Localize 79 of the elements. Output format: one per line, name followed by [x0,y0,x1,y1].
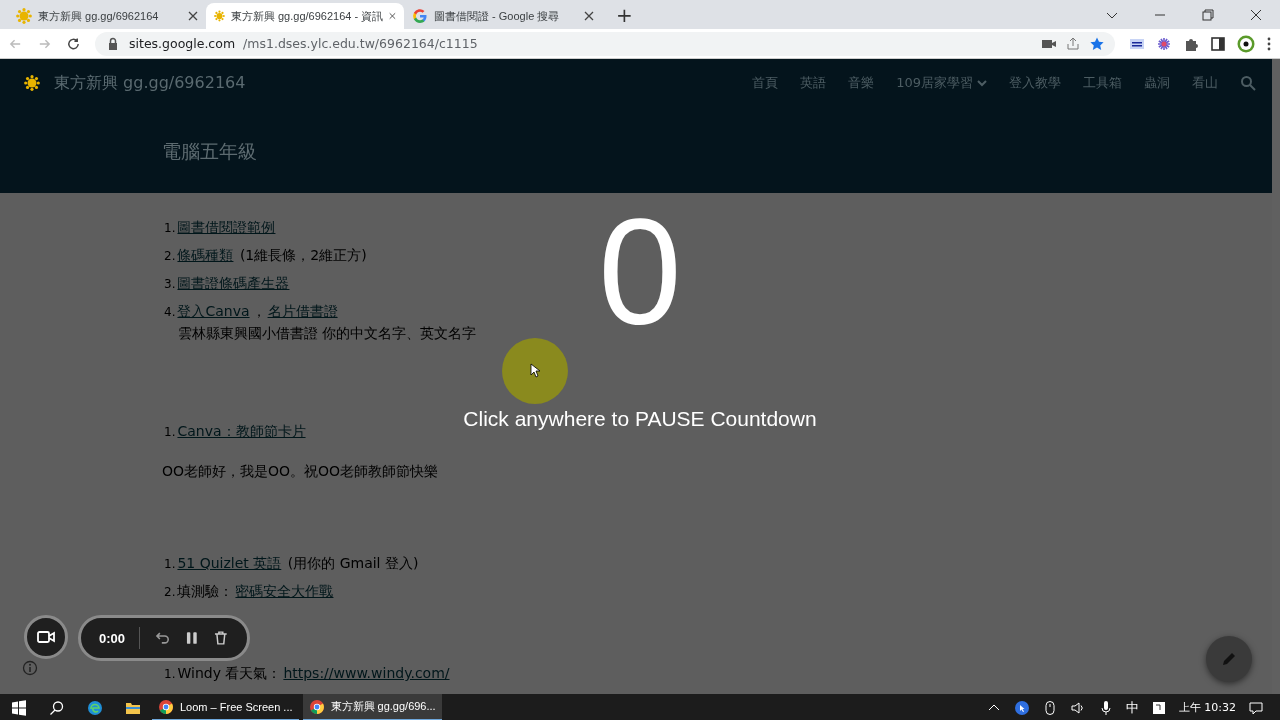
trash-icon[interactable] [213,630,229,646]
new-tab-button[interactable]: + [616,3,633,29]
nav-link[interactable]: 蟲洞 [1144,74,1170,92]
list-number: 4. [164,305,176,319]
link[interactable]: 密碼安全大作戰 [235,583,334,601]
recording-time: 0:00 [99,630,126,646]
list-number: 1. [164,425,176,439]
list-number: 2. [164,249,176,263]
list-number: 1. [164,667,176,681]
site-title[interactable]: 東方新興 gg.gg/6962164 [54,72,246,94]
url-host: sites.google.com [129,36,236,51]
video-camera-icon [37,629,55,645]
clock[interactable]: 上午 10:32 [1178,700,1236,715]
nav-link[interactable]: 音樂 [848,74,875,92]
browser-tab[interactable]: 東方新興 gg.gg/6962164 - 資訊 [206,3,404,29]
sun-icon [16,8,32,24]
notification-icon[interactable] [1248,699,1264,716]
list-text: Windy 看天氣： [177,665,282,683]
chrome-icon [308,698,325,715]
side-panel-icon[interactable] [1210,35,1226,52]
list-text: (用你的 Gmail 登入) [286,555,419,573]
list-text: (1維長條，2維正方) [238,247,367,265]
google-logo-icon [412,8,428,24]
address-bar[interactable]: sites.google.com /ms1.dses.ylc.edu.tw/6962164/c1115 [95,31,1115,56]
link[interactable]: 51 Quizlet 英語 [177,555,282,573]
list-text: 填測驗： [177,583,234,601]
input-method[interactable]: 中 [1125,698,1139,717]
close-icon[interactable] [188,11,198,21]
link[interactable]: 名片借書證 [267,303,338,321]
list-number: 2. [164,585,176,599]
taskbar-app[interactable]: Loom – Free Screen ... [152,694,299,720]
edit-button[interactable] [1206,636,1252,682]
countdown-hint: Click anywhere to PAUSE Countdown [462,407,818,431]
nav-link[interactable]: 登入教學 [1009,74,1061,92]
share-icon[interactable] [1065,35,1081,52]
close-icon[interactable] [584,11,594,21]
avatar-icon[interactable] [1237,34,1255,53]
taskbar-app[interactable]: 東方新興 gg.gg/696... [302,694,442,720]
list-number: 1. [164,221,176,235]
burst-icon[interactable] [1156,35,1172,52]
note-text: 雲林縣東興國小借書證 你的中文名字、英文名字 [178,325,478,343]
link[interactable]: 登入Canva [177,303,250,321]
page-title: 電腦五年級 [162,139,258,164]
more-icon[interactable] [1266,35,1272,52]
camera-button[interactable] [24,615,68,659]
link[interactable]: 條碼種類 [177,247,234,265]
nav-link[interactable]: 工具箱 [1083,74,1122,92]
chrome-icon [158,698,174,715]
link[interactable]: 圖書證條碼產生器 [177,275,290,293]
notepad-icon[interactable] [1150,699,1167,716]
pointer-badge-icon[interactable] [1013,699,1030,716]
cursor-icon [529,363,541,379]
list-text: ， [251,303,266,321]
link[interactable]: 圖書借閱證範例 [177,219,276,237]
link[interactable]: https://www.windy.com/ [283,665,450,681]
search-icon[interactable] [49,699,65,716]
maximize-icon[interactable] [1200,6,1216,23]
list-number: 3. [164,277,176,291]
speaker-icon[interactable] [1069,699,1086,716]
reload-icon[interactable] [66,35,81,52]
pencil-icon [1221,651,1237,667]
site-logo-icon [24,75,40,91]
undo-icon[interactable] [154,630,170,646]
info-icon[interactable] [22,660,38,676]
nav-link[interactable]: 109居家學習 [896,74,987,92]
browser-tab[interactable]: 圖書借閱證 - Google 搜尋 [404,3,602,29]
nav-link[interactable]: 看山 [1192,74,1218,92]
paragraph: OO老師好，我是OO。祝OO老師教師節快樂 [162,463,440,481]
url-path: /ms1.dses.ylc.edu.tw/6962164/c1115 [243,36,478,51]
edge-browser-icon[interactable] [87,699,103,716]
list-number: 1. [164,557,176,571]
windows-start-icon[interactable] [11,699,27,716]
nav-link[interactable]: 首頁 [752,74,779,92]
sun-icon [214,8,225,24]
browser-tab[interactable]: 東方新興 gg.gg/6962164 [8,3,206,29]
countdown-number: 0 [597,197,683,347]
chevron-down-icon [977,78,987,88]
nav-link[interactable]: 英語 [800,74,827,92]
link[interactable]: Canva：教師節卡片 [177,423,306,441]
